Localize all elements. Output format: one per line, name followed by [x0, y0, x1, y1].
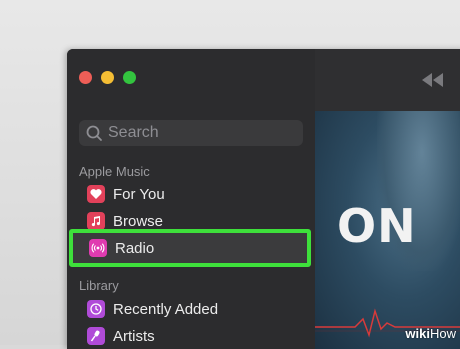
search-icon	[86, 125, 102, 141]
sidebar-item-radio[interactable]: Radio	[89, 237, 154, 259]
sidebar-item-radio-highlight[interactable]: Radio	[69, 229, 311, 267]
search-placeholder: Search	[108, 124, 159, 141]
sidebar-item-for-you[interactable]: For You	[87, 183, 165, 205]
microphone-icon	[87, 327, 105, 345]
sidebar: Search Apple Music For You Browse Radio …	[67, 49, 316, 349]
music-app-window: Search Apple Music For You Browse Radio …	[67, 49, 460, 349]
sidebar-item-artists[interactable]: Artists	[87, 325, 155, 347]
music-note-icon	[87, 212, 105, 230]
playback-toolbar	[315, 49, 460, 112]
watermark-how: How	[429, 326, 456, 341]
minimize-window-button[interactable]	[101, 71, 114, 84]
clock-icon	[87, 300, 105, 318]
sidebar-item-label: Browse	[113, 212, 164, 230]
section-title-apple-music: Apple Music	[79, 164, 150, 179]
now-playing-artwork[interactable]: ON	[315, 111, 460, 349]
wikihow-watermark: wikiHow	[405, 326, 456, 341]
search-field[interactable]: Search	[79, 120, 303, 146]
heart-icon	[87, 185, 105, 203]
sidebar-item-label: Artists	[113, 327, 155, 345]
artwork-text: ON	[337, 199, 417, 253]
sidebar-item-recently-added[interactable]: Recently Added	[87, 298, 218, 320]
window-controls	[79, 71, 136, 84]
sidebar-item-label: For You	[113, 185, 165, 203]
section-title-library: Library	[79, 278, 119, 293]
watermark-wiki: wiki	[405, 326, 430, 341]
sidebar-item-label: Recently Added	[113, 300, 219, 318]
sidebar-item-label: Radio	[115, 239, 155, 257]
zoom-window-button[interactable]	[123, 71, 136, 84]
rewind-icon[interactable]	[419, 71, 445, 89]
radio-waves-icon	[89, 239, 107, 257]
close-window-button[interactable]	[79, 71, 92, 84]
